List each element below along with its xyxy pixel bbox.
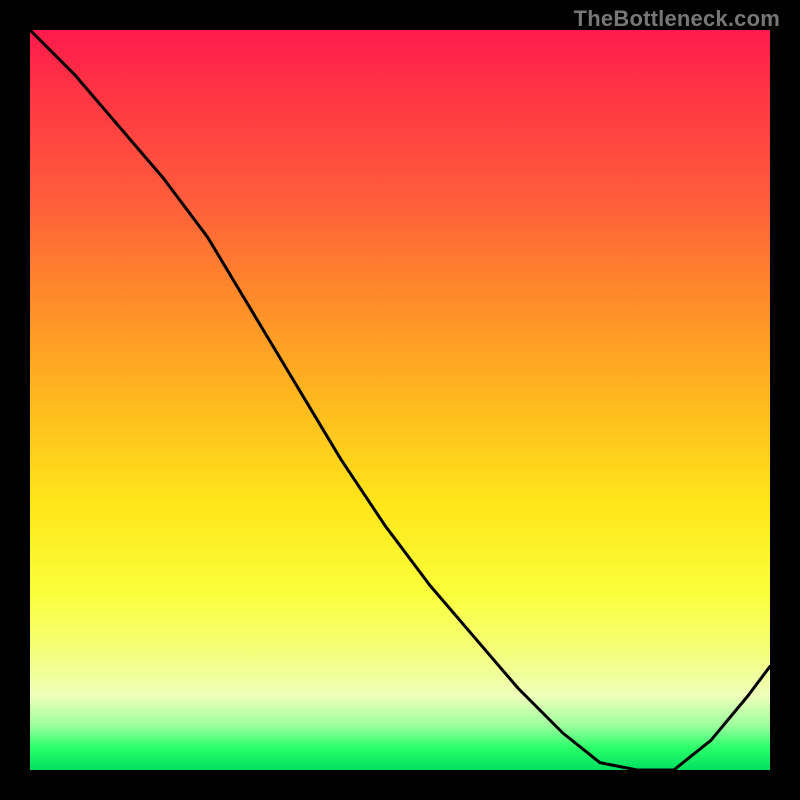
chart-plot-area: [30, 30, 770, 770]
chart-series-curve: [30, 30, 770, 770]
chart-line-svg: [30, 30, 770, 770]
watermark-text: TheBottleneck.com: [574, 6, 780, 32]
